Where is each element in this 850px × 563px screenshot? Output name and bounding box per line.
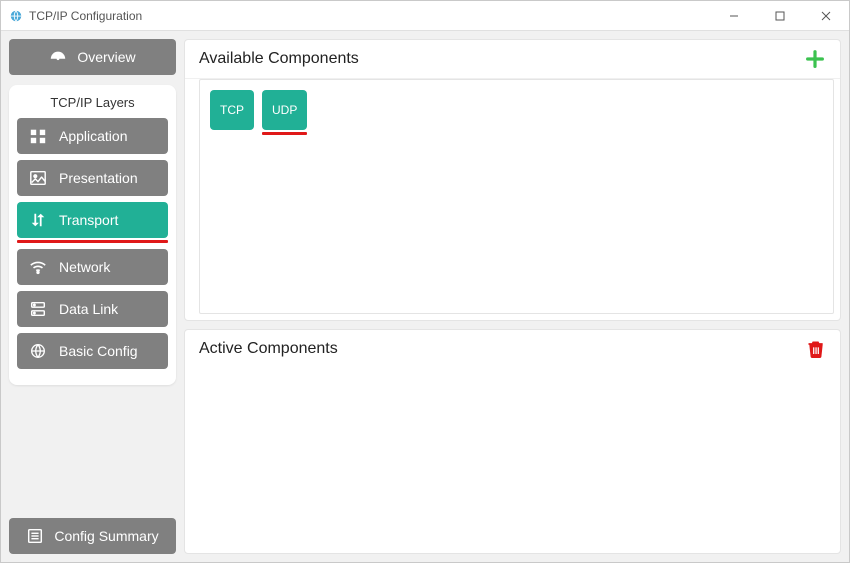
available-components-panel: Available Components TCP <box>184 39 841 321</box>
delete-component-button[interactable] <box>806 339 826 359</box>
minimize-button[interactable] <box>711 1 757 31</box>
layers-title: TCP/IP Layers <box>17 95 168 110</box>
available-components-title: Available Components <box>199 50 359 68</box>
layer-datalink[interactable]: Data Link <box>17 291 168 327</box>
panel-header: Available Components <box>185 40 840 78</box>
layer-presentation[interactable]: Presentation <box>17 160 168 196</box>
active-components-panel: Active Components <box>184 329 841 554</box>
component-label: UDP <box>272 103 297 117</box>
layer-label: Application <box>59 128 128 144</box>
window-controls <box>711 1 849 31</box>
add-component-button[interactable] <box>804 48 826 70</box>
layer-basic-config[interactable]: Basic Config <box>17 333 168 369</box>
maximize-button[interactable] <box>757 1 803 31</box>
layer-transport[interactable]: Transport <box>17 202 168 238</box>
list-icon <box>26 527 44 545</box>
overview-label: Overview <box>77 49 135 65</box>
image-icon <box>29 169 47 187</box>
layer-label: Transport <box>59 212 118 228</box>
active-components-title: Active Components <box>199 340 338 358</box>
layer-network[interactable]: Network <box>17 249 168 285</box>
component-label: TCP <box>220 103 244 117</box>
body: Overview TCP/IP Layers Application Prese… <box>1 31 849 562</box>
server-icon <box>29 300 47 318</box>
component-tcp[interactable]: TCP <box>210 90 254 130</box>
layer-label: Data Link <box>59 301 118 317</box>
panel-body: TCP UDP <box>185 78 840 320</box>
close-button[interactable] <box>803 1 849 31</box>
layers-card: TCP/IP Layers Application Presentation <box>9 85 176 385</box>
titlebar: TCP/IP Configuration <box>1 1 849 31</box>
layer-label: Presentation <box>59 170 138 186</box>
layer-label: Network <box>59 259 110 275</box>
active-components-body <box>185 368 840 553</box>
available-components-list[interactable]: TCP UDP <box>199 79 834 314</box>
config-summary-button[interactable]: Config Summary <box>9 518 176 554</box>
overview-button[interactable]: Overview <box>9 39 176 75</box>
grid-icon <box>29 127 47 145</box>
sidebar: Overview TCP/IP Layers Application Prese… <box>1 31 184 562</box>
wifi-icon <box>29 258 47 276</box>
transfer-icon <box>29 211 47 229</box>
layer-application[interactable]: Application <box>17 118 168 154</box>
main: Available Components TCP <box>184 31 849 562</box>
dashboard-icon <box>49 48 67 66</box>
component-item: UDP <box>262 90 307 135</box>
component-item: TCP <box>210 90 254 130</box>
layer-label: Basic Config <box>59 343 138 359</box>
window-title: TCP/IP Configuration <box>29 9 142 23</box>
config-summary-label: Config Summary <box>54 528 158 544</box>
component-udp[interactable]: UDP <box>262 90 307 130</box>
globe-icon <box>29 342 47 360</box>
app-icon <box>9 9 23 23</box>
sidebar-spacer <box>9 385 176 518</box>
annotation-underline <box>262 132 307 135</box>
panel-header: Active Components <box>185 330 840 368</box>
annotation-underline <box>17 240 168 243</box>
app-window: TCP/IP Configuration Overview TCP/IP <box>0 0 850 563</box>
